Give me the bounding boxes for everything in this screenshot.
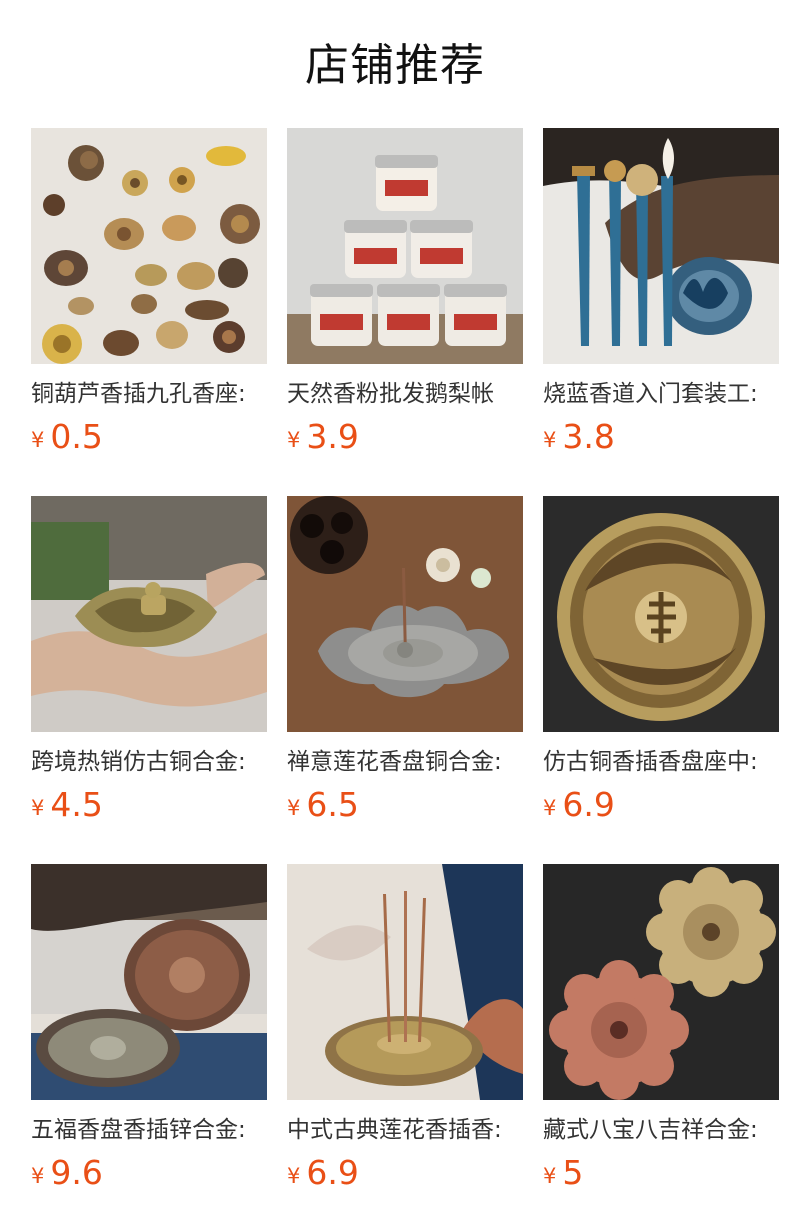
product-name[interactable]: 天然香粉批发鹅梨帐 xyxy=(287,377,523,411)
product-card[interactable]: 中式古典莲花香插香: ¥6.9 xyxy=(287,864,523,1194)
product-price: ¥6.9 xyxy=(287,1153,523,1193)
currency-symbol: ¥ xyxy=(287,1164,301,1188)
lotus-holder-in-hand-icon xyxy=(31,496,267,732)
price-value: 3.8 xyxy=(562,417,615,456)
price-value: 9.6 xyxy=(50,1153,103,1192)
dragon-fortune-plate-icon xyxy=(543,496,779,732)
currency-symbol: ¥ xyxy=(543,1164,557,1188)
product-name[interactable]: 中式古典莲花香插香: xyxy=(287,1113,523,1147)
incense-powder-jars-icon xyxy=(287,128,523,364)
product-image[interactable] xyxy=(543,128,779,364)
currency-symbol: ¥ xyxy=(287,428,301,452)
product-image[interactable] xyxy=(287,496,523,732)
product-name[interactable]: 跨境热销仿古铜合金: xyxy=(31,745,267,779)
product-image[interactable] xyxy=(543,864,779,1100)
eight-treasures-incense-plates-icon xyxy=(543,864,779,1100)
price-value: 5 xyxy=(562,1153,584,1192)
product-name[interactable]: 铜葫芦香插九孔香座: xyxy=(31,377,267,411)
product-price: ¥4.5 xyxy=(31,785,267,825)
product-image[interactable] xyxy=(287,128,523,364)
product-name[interactable]: 仿古铜香插香盘座中: xyxy=(543,745,779,779)
product-image[interactable] xyxy=(287,864,523,1100)
product-name[interactable]: 五福香盘香插锌合金: xyxy=(31,1113,267,1147)
currency-symbol: ¥ xyxy=(543,796,557,820)
currency-symbol: ¥ xyxy=(543,428,557,452)
product-image[interactable] xyxy=(31,128,267,364)
price-value: 0.5 xyxy=(50,417,103,456)
price-value: 6.9 xyxy=(562,785,615,824)
currency-symbol: ¥ xyxy=(31,1164,45,1188)
product-image[interactable] xyxy=(31,496,267,732)
product-price: ¥9.6 xyxy=(31,1153,267,1193)
price-value: 6.9 xyxy=(306,1153,359,1192)
shop-recommendation-page: 店铺推荐 铜葫芦香插九孔香座: ¥ 0.5 天然香粉批发鹅梨帐 ¥ 3.9 烧蓝… xyxy=(0,0,790,1232)
product-price: ¥3.8 xyxy=(543,417,779,457)
classical-lotus-stick-holder-icon xyxy=(287,864,523,1100)
product-image[interactable] xyxy=(31,864,267,1100)
five-blessings-plates-icon xyxy=(31,864,267,1100)
price-value: 4.5 xyxy=(50,785,103,824)
product-name[interactable]: 藏式八宝八吉祥合金: xyxy=(543,1113,779,1147)
product-price: ¥6.9 xyxy=(543,785,779,825)
product-name[interactable]: 烧蓝香道入门套装工: xyxy=(543,377,779,411)
currency-symbol: ¥ xyxy=(31,796,45,820)
product-card[interactable]: 仿古铜香插香盘座中: ¥6.9 xyxy=(543,496,779,826)
lotus-incense-plate-icon xyxy=(287,496,523,732)
product-price: ¥3.9 xyxy=(287,417,523,457)
currency-symbol: ¥ xyxy=(31,428,45,452)
product-card[interactable]: 跨境热销仿古铜合金: ¥4.5 xyxy=(31,496,267,826)
incense-holders-collection-icon xyxy=(31,128,267,364)
price-value: 3.9 xyxy=(306,417,359,456)
product-card[interactable]: 藏式八宝八吉祥合金: ¥5 xyxy=(543,864,779,1194)
product-price: ¥0.5 xyxy=(31,417,267,457)
product-image[interactable] xyxy=(543,496,779,732)
product-price: ¥6.5 xyxy=(287,785,523,825)
product-card[interactable]: 五福香盘香插锌合金: ¥9.6 xyxy=(31,864,267,1194)
page-title: 店铺推荐 xyxy=(305,40,485,91)
product-name[interactable]: 禅意莲花香盘铜合金: xyxy=(287,745,523,779)
price-value: 6.5 xyxy=(306,785,359,824)
product-price: ¥5 xyxy=(543,1153,779,1193)
product-card[interactable]: 天然香粉批发鹅梨帐 ¥3.9 xyxy=(287,128,523,458)
product-card[interactable]: 禅意莲花香盘铜合金: ¥6.5 xyxy=(287,496,523,826)
product-card[interactable]: 烧蓝香道入门套装工: ¥3.8 xyxy=(543,128,779,458)
currency-symbol: ¥ xyxy=(287,796,301,820)
incense-tool-set-icon xyxy=(543,128,779,364)
product-card[interactable]: 铜葫芦香插九孔香座: ¥0.5 xyxy=(31,128,267,458)
